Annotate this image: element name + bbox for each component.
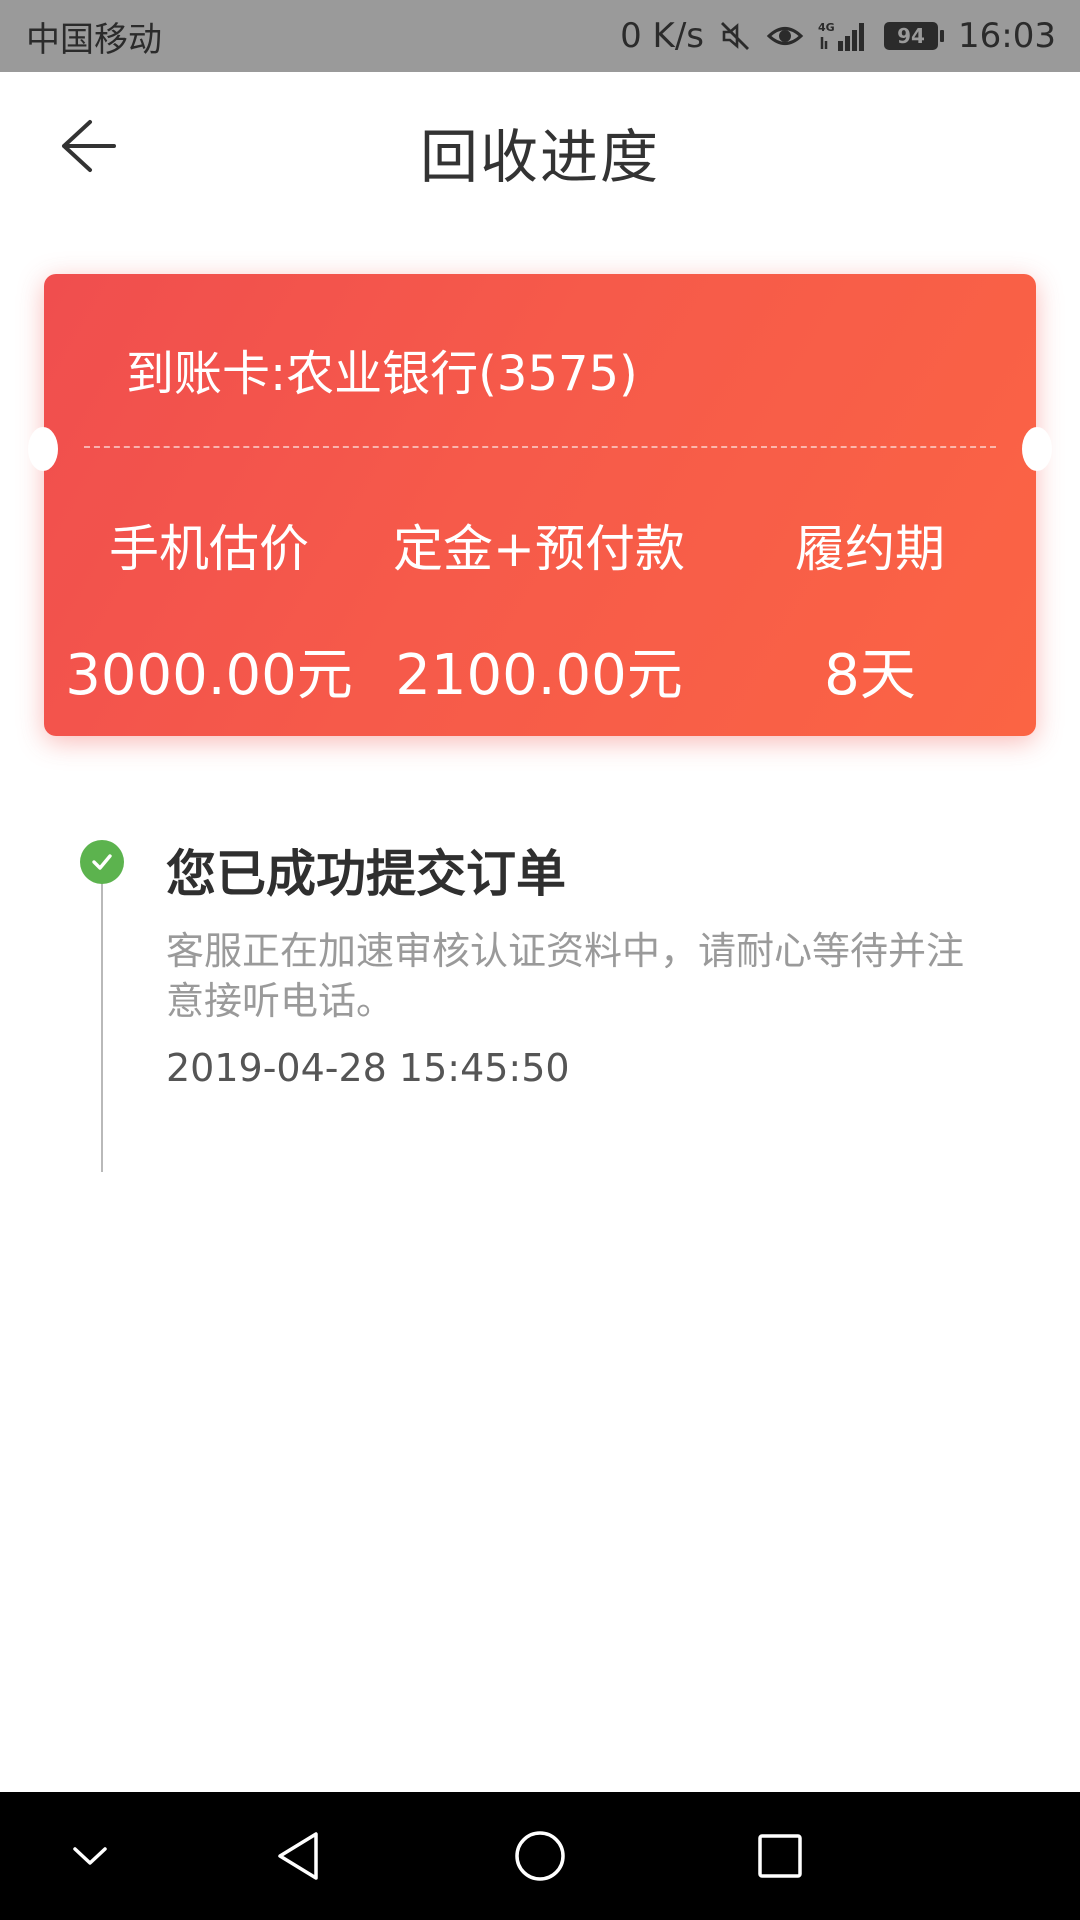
- signal-icon: 4G: [818, 19, 870, 53]
- nav-hide-button[interactable]: [50, 1816, 130, 1896]
- status-right: 0 K/s 4G 94 16:03: [620, 16, 1056, 56]
- card-body: 到账卡:农业银行(3575) 手机估价 3000.00元 定金+预付款 2100…: [44, 274, 1036, 736]
- nav-back-button[interactable]: [260, 1816, 340, 1896]
- system-nav-bar: [0, 1792, 1080, 1920]
- status-bar: 中国移动 0 K/s 4G 94 16:03: [0, 0, 1080, 72]
- check-circle-icon: [80, 840, 124, 884]
- col-value: 8天: [824, 643, 916, 708]
- battery-level: 94: [884, 22, 939, 50]
- col-fulfillment-period: 履约期 8天: [704, 514, 1036, 714]
- timeline-line: [101, 880, 103, 1172]
- app-header: 回收进度: [0, 72, 1080, 214]
- payout-bank-card: 到账卡:农业银行(3575): [126, 346, 638, 402]
- progress-timeline: 您已成功提交订单 客服正在加速审核认证资料中，请耐心等待并注意接听电话。 201…: [0, 820, 1080, 1180]
- col-label: 履约期: [795, 520, 945, 578]
- clock-time: 16:03: [958, 16, 1056, 56]
- nav-recents-button[interactable]: [740, 1816, 820, 1896]
- eye-icon: [766, 21, 804, 51]
- nav-home-button[interactable]: [500, 1816, 580, 1896]
- col-label: 手机估价: [109, 520, 309, 578]
- col-value: 3000.00元: [65, 643, 353, 708]
- network-type: 4G: [818, 21, 835, 34]
- carrier-name: 中国移动: [26, 19, 162, 60]
- col-deposit-prepay: 定金+预付款 2100.00元: [374, 514, 704, 714]
- battery-icon: 94: [884, 22, 945, 50]
- card-dashed-divider: [84, 446, 996, 448]
- status-left: 中国移动: [26, 12, 162, 61]
- ticket-notch-right: [1022, 427, 1052, 471]
- mute-icon: [718, 19, 752, 53]
- recents-square-icon: [758, 1834, 802, 1878]
- ticket-notch-left: [28, 427, 58, 471]
- page-title: 回收进度: [419, 123, 660, 191]
- col-label: 定金+预付款: [393, 520, 685, 578]
- col-phone-valuation: 手机估价 3000.00元: [44, 514, 374, 714]
- step-description: 客服正在加速审核认证资料中，请耐心等待并注意接听电话。: [166, 929, 965, 1023]
- step-timestamp: 2019-04-28 15:45:50: [166, 1046, 570, 1090]
- recycle-summary-card: 到账卡:农业银行(3575) 手机估价 3000.00元 定金+预付款 2100…: [28, 274, 1052, 736]
- back-triangle-icon: [278, 1832, 318, 1880]
- network-speed: 0 K/s: [620, 16, 705, 56]
- chevron-down-icon: [73, 1847, 107, 1865]
- home-circle-icon: [515, 1831, 565, 1881]
- step-title: 您已成功提交订单: [166, 845, 566, 903]
- card-columns: 手机估价 3000.00元 定金+预付款 2100.00元 履约期 8天: [44, 514, 1036, 714]
- col-value: 2100.00元: [395, 643, 683, 708]
